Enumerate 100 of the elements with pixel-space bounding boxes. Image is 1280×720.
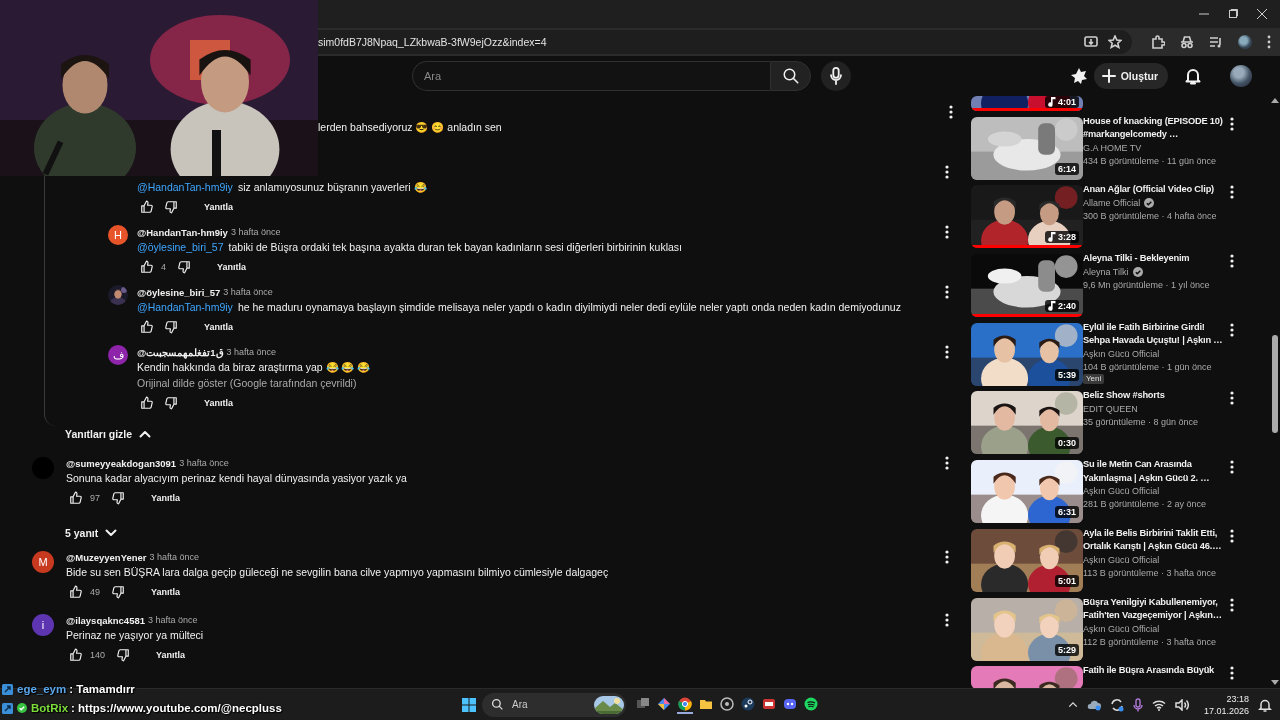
video-title[interactable]: Anan Ağlar (Official Video Clip) xyxy=(1083,183,1225,197)
app-icon[interactable] xyxy=(656,695,672,712)
windows-logo-icon[interactable] xyxy=(462,697,476,712)
translation-link[interactable]: Orijinal dilde göster (Google tarafından çevrildi) xyxy=(137,375,926,391)
channel-name[interactable]: Allame Official xyxy=(1083,196,1141,210)
video-meta: 9,6 Mn görüntüleme · 1 yıl önce xyxy=(1083,278,1211,292)
microphone-icon[interactable] xyxy=(1132,697,1143,712)
media-icon[interactable] xyxy=(1209,35,1223,49)
sync-icon[interactable] xyxy=(1109,697,1124,712)
more-icon[interactable] xyxy=(1230,597,1234,612)
app-icon[interactable] xyxy=(719,695,735,712)
search-field[interactable]: Ara xyxy=(412,61,770,91)
chevron-up-icon[interactable] xyxy=(1067,701,1078,708)
author-name[interactable]: @HandanTan-hm9iy xyxy=(137,226,228,238)
account-avatar[interactable] xyxy=(1230,65,1252,87)
avatar-letter: M xyxy=(32,551,54,573)
video-duration: 3:28 xyxy=(1045,231,1079,244)
reply-button[interactable]: Yanıtla xyxy=(146,488,186,508)
author-name[interactable]: @ق1تفغلمهمسجبىت xyxy=(137,346,224,358)
install-icon[interactable] xyxy=(1084,35,1098,49)
comment-time: 3 hafta önce xyxy=(223,287,273,297)
video-title[interactable]: Aleyna Tilki - Bekleyenim xyxy=(1083,252,1225,266)
voice-search-button[interactable] xyxy=(821,61,851,91)
more-icon[interactable] xyxy=(1230,528,1234,543)
like-count: 140 xyxy=(90,650,106,660)
more-icon[interactable] xyxy=(945,345,949,359)
menu-icon[interactable] xyxy=(1267,35,1271,49)
more-icon[interactable] xyxy=(949,105,953,119)
more-icon[interactable] xyxy=(1230,322,1234,337)
like-icon xyxy=(140,396,154,410)
mention-link[interactable]: @HandanTan-hm9iy xyxy=(137,301,233,313)
search-button[interactable] xyxy=(770,61,811,91)
mention-link[interactable]: @öylesine_biri_57 xyxy=(137,241,224,253)
channel-name[interactable]: Aşkın Gücü Official xyxy=(1083,485,1160,499)
search-icon xyxy=(781,67,800,85)
like-count: 49 xyxy=(90,587,100,597)
author-name[interactable]: @ilaysqaknc4581 xyxy=(66,614,145,626)
more-icon[interactable] xyxy=(945,285,949,299)
clock-date[interactable]: 17.01.2026 xyxy=(1203,704,1249,717)
author-name[interactable]: @öylesine_biri_57 xyxy=(137,286,221,298)
wifi-icon[interactable] xyxy=(1151,698,1166,711)
author-name[interactable]: @MuzeyyenYener xyxy=(66,551,147,563)
clock-time[interactable]: 23:18 xyxy=(1226,692,1249,705)
video-title[interactable]: Ayla ile Belis Birbirini Taklit Etti, Ortalık Karıştı | Aşkın Gücü 46.… xyxy=(1083,526,1225,554)
video-title[interactable]: Fatih ile Büşra Arasında Büyük xyxy=(1083,664,1225,678)
more-icon[interactable] xyxy=(945,550,949,564)
mention-link[interactable]: @HandanTan-hm9iy xyxy=(137,181,233,193)
video-meta: 104 B görüntüleme · 1 gün önce xyxy=(1083,360,1213,374)
address-bar[interactable]: sim0fdB7J8Npaq_LZkbwaB-3fW9ejOzz&index=4 xyxy=(316,30,1132,54)
video-title[interactable]: Su ile Metin Can Arasında Yakınlaşma | Aşkın Gücü 2. … xyxy=(1083,458,1225,486)
more-icon[interactable] xyxy=(1230,116,1234,131)
reply-button[interactable]: Yanıtla xyxy=(199,317,238,337)
sparkle-icon[interactable] xyxy=(1069,67,1088,85)
dislike-icon xyxy=(111,491,125,505)
comment-time: 3 hafta önce xyxy=(179,458,229,468)
video-title[interactable]: House of knacking (EPISODE 10) #markangelcomedy … xyxy=(1083,114,1225,142)
more-icon[interactable] xyxy=(945,613,949,627)
create-button[interactable]: Oluştur xyxy=(1093,63,1168,89)
scrollbar-thumb[interactable] xyxy=(1272,335,1278,433)
reply-button[interactable]: Yanıtla xyxy=(199,393,238,413)
reply-button[interactable]: Yanıtla xyxy=(146,582,186,602)
chevron-up-icon xyxy=(139,430,152,438)
video-title[interactable]: Eylül ile Fatih Birbirine Girdi! Sehpa Havada Uçuştu! | Aşkın … xyxy=(1083,320,1225,348)
channel-name[interactable]: G.A HOME TV xyxy=(1083,141,1142,155)
scroll-up-icon[interactable] xyxy=(1271,98,1279,103)
more-icon[interactable] xyxy=(1230,666,1234,681)
cloud-icon[interactable] xyxy=(1086,698,1101,711)
author-name[interactable]: @sumeyyeakdogan3091 xyxy=(66,457,177,469)
more-icon[interactable] xyxy=(1230,460,1234,475)
app-icon[interactable] xyxy=(677,695,693,714)
more-icon[interactable] xyxy=(945,225,949,239)
notification-icon[interactable] xyxy=(1258,697,1272,712)
reply-button[interactable]: Yanıtla xyxy=(212,257,252,277)
app-icon[interactable] xyxy=(740,695,756,712)
more-icon[interactable] xyxy=(945,165,949,179)
reply-button[interactable]: Yanıtla xyxy=(199,197,238,217)
star-icon[interactable] xyxy=(1108,35,1122,49)
reply-button[interactable]: Yanıtla xyxy=(151,645,191,665)
dislike-icon xyxy=(177,260,191,274)
video-title[interactable]: Beliz Show #shorts xyxy=(1083,389,1225,403)
more-icon[interactable] xyxy=(1230,391,1234,406)
profile-avatar[interactable] xyxy=(1238,35,1252,49)
channel-name[interactable]: Aşkın Gücü Official xyxy=(1083,553,1160,567)
video-title[interactable]: Büşra Yenilgiyi Kabullenemiyor, Fatih'ten Vazgeçemiyor | Aşkın… xyxy=(1083,595,1225,623)
channel-name[interactable]: Aşkın Gücü Official xyxy=(1083,347,1160,361)
mic-icon xyxy=(829,67,843,85)
channel-name[interactable]: Aleyna Tilki xyxy=(1083,265,1129,279)
speaker-icon[interactable] xyxy=(1174,698,1189,711)
app-icon[interactable] xyxy=(803,695,819,712)
channel-name[interactable]: Aşkın Gücü Official xyxy=(1083,622,1160,636)
channel-name[interactable]: EDIT QUEEN xyxy=(1083,402,1138,416)
replies-toggle[interactable]: Yanıtları gizle xyxy=(65,426,152,442)
chat-badge-icon xyxy=(2,683,13,695)
bell-icon xyxy=(1185,67,1201,85)
more-icon[interactable] xyxy=(945,456,949,470)
spy-icon[interactable] xyxy=(1180,35,1194,49)
puzzle-icon[interactable] xyxy=(1151,35,1165,49)
replies-toggle[interactable]: 5 yanıt xyxy=(65,525,118,541)
more-icon[interactable] xyxy=(1230,254,1234,269)
more-icon[interactable] xyxy=(1230,185,1234,200)
